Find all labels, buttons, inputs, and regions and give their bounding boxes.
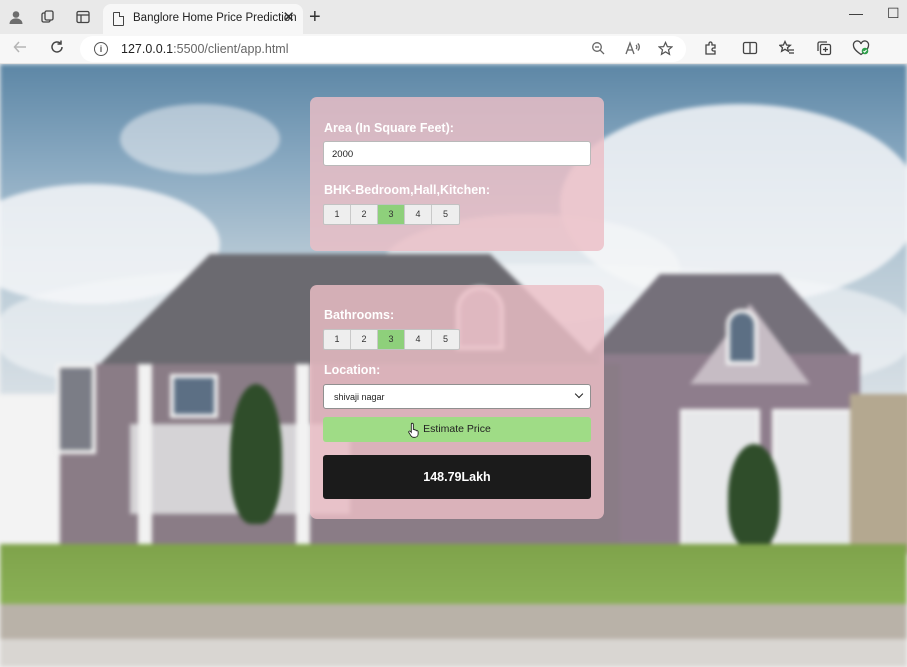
chevron-down-icon bbox=[574, 389, 584, 399]
bath-option-2[interactable]: 2 bbox=[351, 330, 378, 349]
browser-tab[interactable]: Banglore Home Price Prediction ✕ bbox=[103, 4, 303, 34]
estimate-price-button[interactable]: Estimate Price bbox=[323, 417, 591, 442]
tab-bar: Banglore Home Price Prediction ✕ + — ☐ bbox=[0, 0, 907, 34]
bathrooms-selector: 1 2 3 4 5 bbox=[323, 329, 460, 350]
location-value: shivaji nagar bbox=[334, 392, 385, 402]
profile-icon[interactable] bbox=[7, 8, 25, 26]
area-input[interactable]: 2000 bbox=[323, 141, 591, 166]
collections-icon[interactable] bbox=[816, 40, 832, 60]
browser-essentials-icon[interactable] bbox=[852, 40, 870, 60]
bhk-option-3[interactable]: 3 bbox=[378, 205, 405, 224]
bath-location-panel: Bathrooms: 1 2 3 4 5 Location: shivaji n… bbox=[310, 285, 604, 519]
read-aloud-icon[interactable] bbox=[625, 41, 640, 58]
tab-title: Banglore Home Price Prediction bbox=[133, 12, 297, 24]
site-info-icon[interactable]: i bbox=[94, 42, 108, 56]
url-host: 127.0.0.1 bbox=[121, 42, 174, 56]
url-text[interactable]: 127.0.0.1:5500/client/app.html bbox=[121, 42, 289, 56]
bhk-label: BHK-Bedroom,Hall,Kitchen: bbox=[324, 183, 490, 197]
address-bar-row: i 127.0.0.1:5500/client/app.html bbox=[0, 34, 907, 64]
zoom-icon[interactable] bbox=[591, 41, 605, 58]
tab-actions-icon[interactable] bbox=[74, 8, 92, 26]
bhk-option-5[interactable]: 5 bbox=[432, 205, 459, 224]
minimize-button[interactable]: — bbox=[849, 5, 863, 21]
favorites-icon[interactable] bbox=[778, 39, 795, 60]
favorite-star-icon[interactable] bbox=[657, 40, 674, 59]
bhk-option-4[interactable]: 4 bbox=[405, 205, 432, 224]
split-screen-icon[interactable] bbox=[742, 40, 758, 60]
bath-option-4[interactable]: 4 bbox=[405, 330, 432, 349]
new-tab-button[interactable]: + bbox=[309, 6, 321, 28]
bath-option-1[interactable]: 1 bbox=[324, 330, 351, 349]
refresh-icon[interactable] bbox=[49, 39, 65, 60]
bath-option-5[interactable]: 5 bbox=[432, 330, 459, 349]
bhk-option-1[interactable]: 1 bbox=[324, 205, 351, 224]
workspaces-icon[interactable] bbox=[39, 8, 57, 26]
address-bar[interactable]: i 127.0.0.1:5500/client/app.html bbox=[80, 36, 686, 62]
area-bhk-panel: Area (In Square Feet): 2000 BHK-Bedroom,… bbox=[310, 97, 604, 251]
extensions-icon[interactable] bbox=[703, 40, 719, 60]
back-icon[interactable] bbox=[12, 39, 28, 60]
bhk-selector: 1 2 3 4 5 bbox=[323, 204, 460, 225]
bathrooms-label: Bathrooms: bbox=[324, 308, 395, 322]
location-select[interactable]: shivaji nagar bbox=[323, 384, 591, 409]
url-path: :5500/client/app.html bbox=[173, 42, 289, 56]
page-icon bbox=[113, 12, 124, 26]
maximize-button[interactable]: ☐ bbox=[887, 5, 900, 22]
bhk-option-2[interactable]: 2 bbox=[351, 205, 378, 224]
area-label: Area (In Square Feet): bbox=[324, 121, 454, 135]
bath-option-3[interactable]: 3 bbox=[378, 330, 405, 349]
location-label: Location: bbox=[324, 363, 381, 377]
hand-cursor-icon bbox=[408, 422, 419, 438]
tab-close-icon[interactable]: ✕ bbox=[282, 10, 295, 26]
estimated-price-result: 148.79Lakh bbox=[323, 455, 591, 499]
